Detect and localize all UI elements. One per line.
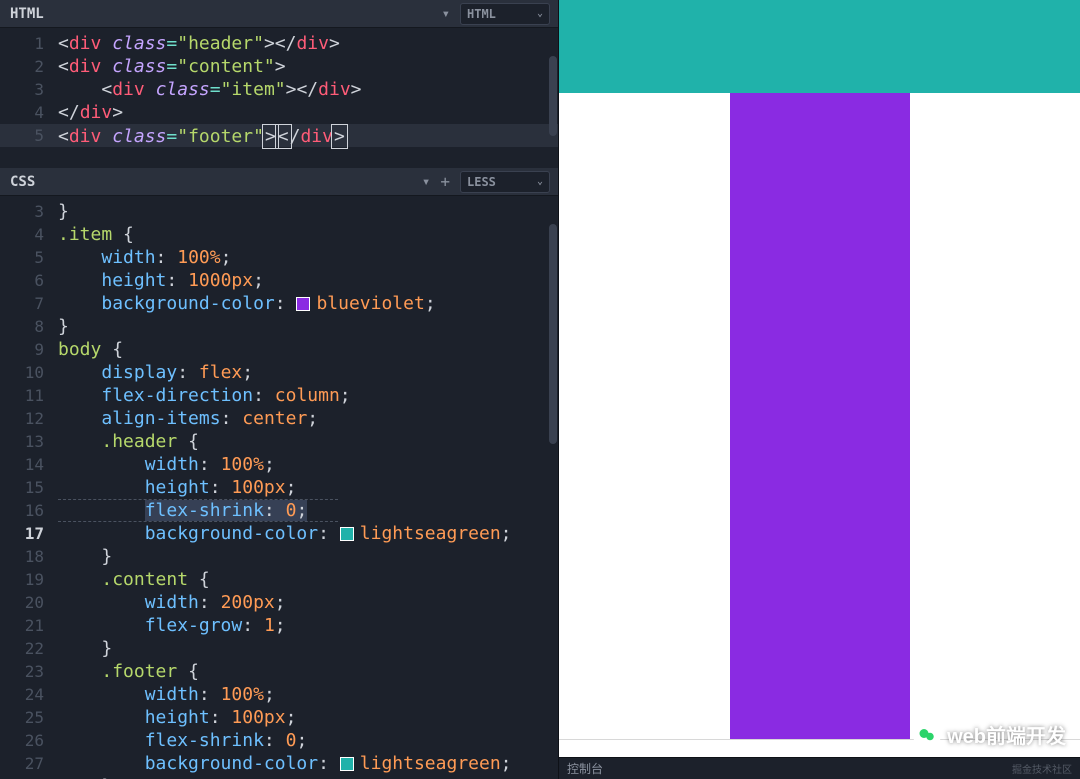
code-line[interactable]: 14 width: 100%; [0, 453, 558, 476]
code-line[interactable]: 25 height: 100px; [0, 706, 558, 729]
code-line[interactable]: 1<div class="header"></div> [0, 32, 558, 55]
code-line[interactable]: 7 background-color: blueviolet; [0, 292, 558, 315]
code-line[interactable]: 9body { [0, 338, 558, 361]
html-mode-select[interactable]: HTML ⌄ [460, 3, 550, 25]
preview-item-block [730, 93, 910, 739]
preview-pane: 控制台 掘金技术社区 [558, 0, 1080, 779]
html-panel-header: HTML ▾ HTML ⌄ [0, 0, 558, 28]
html-editor[interactable]: 1<div class="header"></div>2<div class="… [0, 28, 558, 168]
code-line[interactable]: 15 height: 100px; [0, 476, 558, 499]
code-line[interactable]: 10 display: flex; [0, 361, 558, 384]
code-line[interactable]: 16 flex-shrink: 0; [0, 499, 558, 522]
code-line[interactable]: 8} [0, 315, 558, 338]
preview-header-block [559, 0, 1080, 93]
code-line[interactable]: 4.item { [0, 223, 558, 246]
code-line[interactable]: 5<div class="footer"></div> [0, 124, 558, 147]
code-line[interactable]: 17 background-color: lightseagreen; [0, 522, 558, 545]
code-line[interactable]: 23 .footer { [0, 660, 558, 683]
preview-content-block [559, 93, 1080, 739]
console-bar[interactable]: 控制台 掘金技术社区 [559, 757, 1080, 779]
preview-scrollbar-area [559, 739, 1080, 757]
editor-column: HTML ▾ HTML ⌄ 1<div class="header"></div… [0, 0, 558, 779]
html-panel-title: HTML [10, 6, 44, 22]
code-line[interactable]: 3 <div class="item"></div> [0, 78, 558, 101]
pin-icon[interactable]: ▾ [422, 174, 430, 190]
html-scrollbar[interactable] [549, 56, 557, 136]
css-panel-title: CSS [10, 174, 35, 190]
code-line[interactable]: 24 width: 100%; [0, 683, 558, 706]
code-line[interactable]: 26 flex-shrink: 0; [0, 729, 558, 752]
code-line[interactable]: 6 height: 1000px; [0, 269, 558, 292]
code-line[interactable]: 27 background-color: lightseagreen; [0, 752, 558, 775]
code-line[interactable]: 5 width: 100%; [0, 246, 558, 269]
plus-icon[interactable]: + [440, 172, 450, 191]
code-line[interactable]: 28 } [0, 775, 558, 779]
code-line[interactable]: 3} [0, 200, 558, 223]
chevron-down-icon: ⌄ [537, 8, 543, 19]
code-line[interactable]: 22 } [0, 637, 558, 660]
code-line[interactable]: 21 flex-grow: 1; [0, 614, 558, 637]
console-label: 控制台 [567, 760, 603, 777]
code-line[interactable]: 20 width: 200px; [0, 591, 558, 614]
css-editor[interactable]: 3}4.item {5 width: 100%;6 height: 1000px… [0, 196, 558, 779]
community-label: 掘金技术社区 [1012, 761, 1072, 776]
css-mode-label: LESS [467, 175, 496, 189]
code-line[interactable]: 12 align-items: center; [0, 407, 558, 430]
css-scrollbar[interactable] [549, 224, 557, 444]
code-line[interactable]: 18 } [0, 545, 558, 568]
code-line[interactable]: 19 .content { [0, 568, 558, 591]
code-line[interactable]: 2<div class="content"> [0, 55, 558, 78]
chevron-down-icon: ⌄ [537, 176, 543, 187]
css-panel-header: CSS ▾ + LESS ⌄ [0, 168, 558, 196]
code-line[interactable]: 4</div> [0, 101, 558, 124]
pin-icon[interactable]: ▾ [442, 6, 450, 22]
code-line[interactable]: 11 flex-direction: column; [0, 384, 558, 407]
code-line[interactable]: 13 .header { [0, 430, 558, 453]
html-mode-label: HTML [467, 7, 496, 21]
css-mode-select[interactable]: LESS ⌄ [460, 171, 550, 193]
